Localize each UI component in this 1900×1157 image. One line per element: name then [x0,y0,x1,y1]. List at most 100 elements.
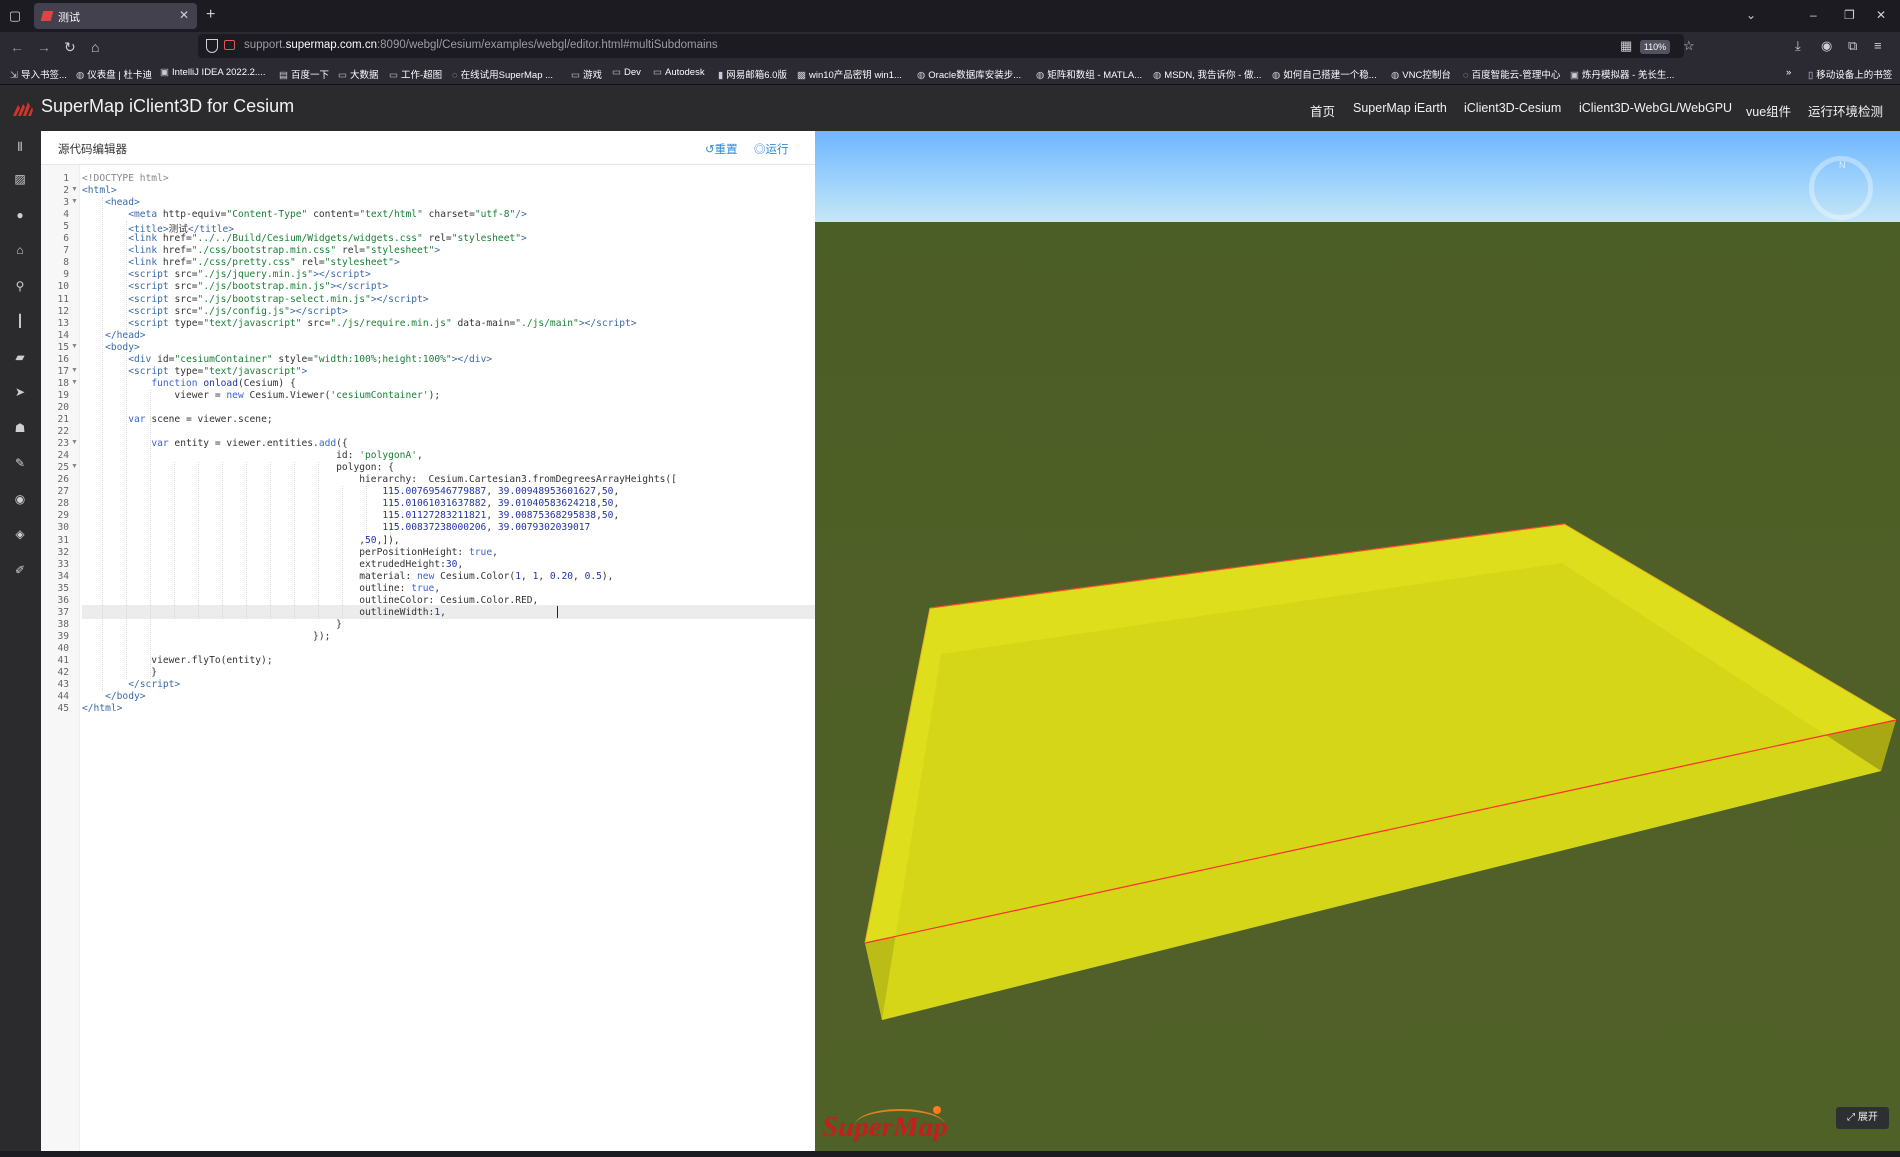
pencil-icon[interactable]: ✐ [12,562,28,578]
code-line[interactable]: <script src="./js/jquery.min.js"></scrip… [82,269,371,280]
address-bar[interactable]: support.supermap.com.cn:8090/webgl/Cesiu… [198,34,1684,58]
code-line[interactable]: </html> [82,703,122,714]
tab-overview-icon[interactable]: ▢ [7,8,23,24]
cube-icon[interactable]: ◈ [12,526,28,542]
menu-icon[interactable]: ≡ [1874,38,1882,53]
bookmark-item[interactable]: ◍ 仪表盘 | 杜卡迪 [76,67,152,81]
code-line[interactable]: } [82,667,157,678]
fold-arrow-icon[interactable]: ▼ [71,463,78,470]
reset-button[interactable]: ↺重置 [705,141,738,157]
compass-widget[interactable]: N [1809,156,1873,220]
forward-icon[interactable]: → [37,39,51,55]
code-line[interactable]: <script src="./js/config.js"></script> [82,306,348,317]
code-line[interactable]: ,50,]), [82,535,399,546]
bookmark-folder[interactable]: ▭ 游戏 [571,67,602,81]
downloads-icon[interactable]: ⤓ [1795,38,1801,54]
bookmark-item[interactable]: ▮ 网易邮箱6.0版 [718,67,787,81]
bookmark-item[interactable]: ▩ win10产品密钥 win1... [797,67,902,81]
zoom-level-badge[interactable]: 110% [1640,40,1670,54]
fold-arrow-icon[interactable]: ▼ [71,343,78,350]
code-line[interactable]: outline: true, [82,583,440,594]
paper-plane-icon[interactable]: ➤ [12,384,28,400]
nav-vue-components[interactable]: vue组件 [1746,101,1791,120]
layers-icon[interactable]: ☗ [12,420,28,436]
fold-arrow-icon[interactable]: ▼ [71,439,78,446]
code-line[interactable]: </body> [82,691,145,702]
code-line[interactable]: <script src="./js/bootstrap-select.min.j… [82,294,428,305]
extensions-icon[interactable]: ⧉ [1848,38,1857,54]
nav-home[interactable]: 首页 [1310,101,1335,120]
nav-iclient3d-cesium[interactable]: iClient3D-Cesium [1464,101,1561,115]
code-line[interactable]: <head> [82,197,140,208]
bookmark-item[interactable]: ▣ 炼丹模拟器 - 羌长生... [1570,67,1674,81]
code-line[interactable]: <body> [82,342,140,353]
fold-arrow-icon[interactable]: ▼ [71,367,78,374]
edit-icon[interactable]: ✎ [12,455,28,471]
cesium-3d-viewer[interactable]: N SuperMap ⤢ 展开 [815,131,1900,1151]
code-line[interactable]: <div id="cesiumContainer" style="width:1… [82,354,492,365]
menu-bars-icon[interactable]: ⦀ [12,139,28,155]
back-icon[interactable]: ← [10,39,24,55]
globe-icon[interactable]: ● [12,207,28,223]
browser-tab[interactable]: 测试 ✕ [34,3,197,29]
fold-arrow-icon[interactable]: ▼ [71,186,78,193]
code-line[interactable]: <script type="text/javascript" src="./js… [82,318,636,329]
code-line[interactable]: hierarchy: Cesium.Cartesian3.fromDegrees… [82,474,677,485]
expand-button[interactable]: ⤢ 展开 [1836,1107,1889,1129]
code-line[interactable]: var entity = viewer.entities.add({ [82,438,347,449]
code-line[interactable]: 115.00837238000206, 39.0079302039017 [82,522,590,533]
bookmark-item[interactable]: ⇲ 导入书签... [10,67,67,81]
code-line[interactable]: viewer = new Cesium.Viewer('cesiumContai… [82,390,440,401]
code-line[interactable]: outlineColor: Cesium.Color.RED, [82,595,538,606]
bookmarks-overflow-icon[interactable]: » [1786,67,1791,78]
code-line[interactable]: <script src="./js/bootstrap.min.js"></sc… [82,281,388,292]
code-line[interactable]: <script type="text/javascript"> [82,366,307,377]
code-line[interactable]: <link href="./css/pretty.css" rel="style… [82,257,400,268]
code-line[interactable]: <link href="../../Build/Cesium/Widgets/w… [82,233,527,244]
code-line[interactable]: material: new Cesium.Color(1, 1, 0.20, 0… [82,571,613,582]
reload-icon[interactable]: ↻ [64,39,76,56]
bookmark-item[interactable]: ◍ VNC控制台 [1391,67,1451,81]
code-line[interactable]: }); [82,631,330,642]
code-line[interactable]: } [82,619,342,630]
code-line[interactable]: 115.01061031637882, 39.01040583624218,50… [82,498,619,509]
qr-code-icon[interactable]: ▦ [1620,38,1632,54]
bank-icon[interactable]: ⌂ [12,242,28,258]
nav-iclient3d-webgl[interactable]: iClient3D-WebGL/WebGPU [1579,101,1732,115]
image-icon[interactable]: ▨ [12,171,28,187]
search-icon[interactable]: ⚲ [12,278,28,294]
window-close-icon[interactable]: ✕ [1876,8,1886,22]
pin-icon[interactable]: ┃ [12,313,28,329]
bookmark-item[interactable]: ◍ MSDN, 我告诉你 - 做... [1153,67,1261,81]
code-line[interactable]: <link href="./css/bootstrap.min.css" rel… [82,245,440,256]
bookmark-star-icon[interactable]: ☆ [1683,38,1695,54]
code-line[interactable]: function onload(Cesium) { [82,378,295,389]
map-icon[interactable]: ▰ [12,349,28,365]
bookmark-folder[interactable]: ▭ Dev [612,67,641,78]
code-line[interactable]: viewer.flyTo(entity); [82,655,272,666]
bookmark-item[interactable]: ◌ 在线试用SuperMap ... [452,67,553,81]
code-line[interactable]: 115.01127283211821, 39.00875368295838,50… [82,510,619,521]
code-line[interactable]: <meta http-equiv="Content-Type" content=… [82,209,527,220]
code-line[interactable]: extrudedHeight:30, [82,559,463,570]
code-line[interactable]: perPositionHeight: true, [82,547,498,558]
insecure-lock-icon[interactable] [224,40,235,50]
bookmark-item[interactable]: ▣ IntelliJ IDEA 2022.2.... [160,67,265,78]
code-line[interactable]: 115.00769546779887, 39.00948953601627,50… [82,486,619,497]
eye-icon[interactable]: ◉ [12,491,28,507]
code-line[interactable]: outlineWidth:1, [82,607,446,618]
code-line[interactable]: <html> [82,185,117,196]
bookmark-folder[interactable]: ▭ Autodesk [653,67,705,78]
tab-list-chevron-icon[interactable]: ⌄ [1746,8,1756,22]
tracking-shield-icon[interactable] [206,39,218,53]
code-line[interactable]: </script> [82,679,180,690]
nav-env-check[interactable]: 运行环境检测 [1808,101,1883,120]
url-text[interactable]: support.supermap.com.cn:8090/webgl/Cesiu… [244,39,718,51]
code-line[interactable]: id: 'polygonA', [82,450,423,461]
bookmark-item[interactable]: ◍ Oracle数据库安装步... [917,67,1021,81]
fold-arrow-icon[interactable]: ▼ [71,379,78,386]
bookmark-item[interactable]: ◍ 如何自己搭建一个稳... [1272,67,1377,81]
tab-close-icon[interactable]: ✕ [179,8,189,22]
bookmark-item[interactable]: ◌ 百度智能云-管理中心 [1463,67,1560,81]
code-line[interactable]: </head> [82,330,145,341]
